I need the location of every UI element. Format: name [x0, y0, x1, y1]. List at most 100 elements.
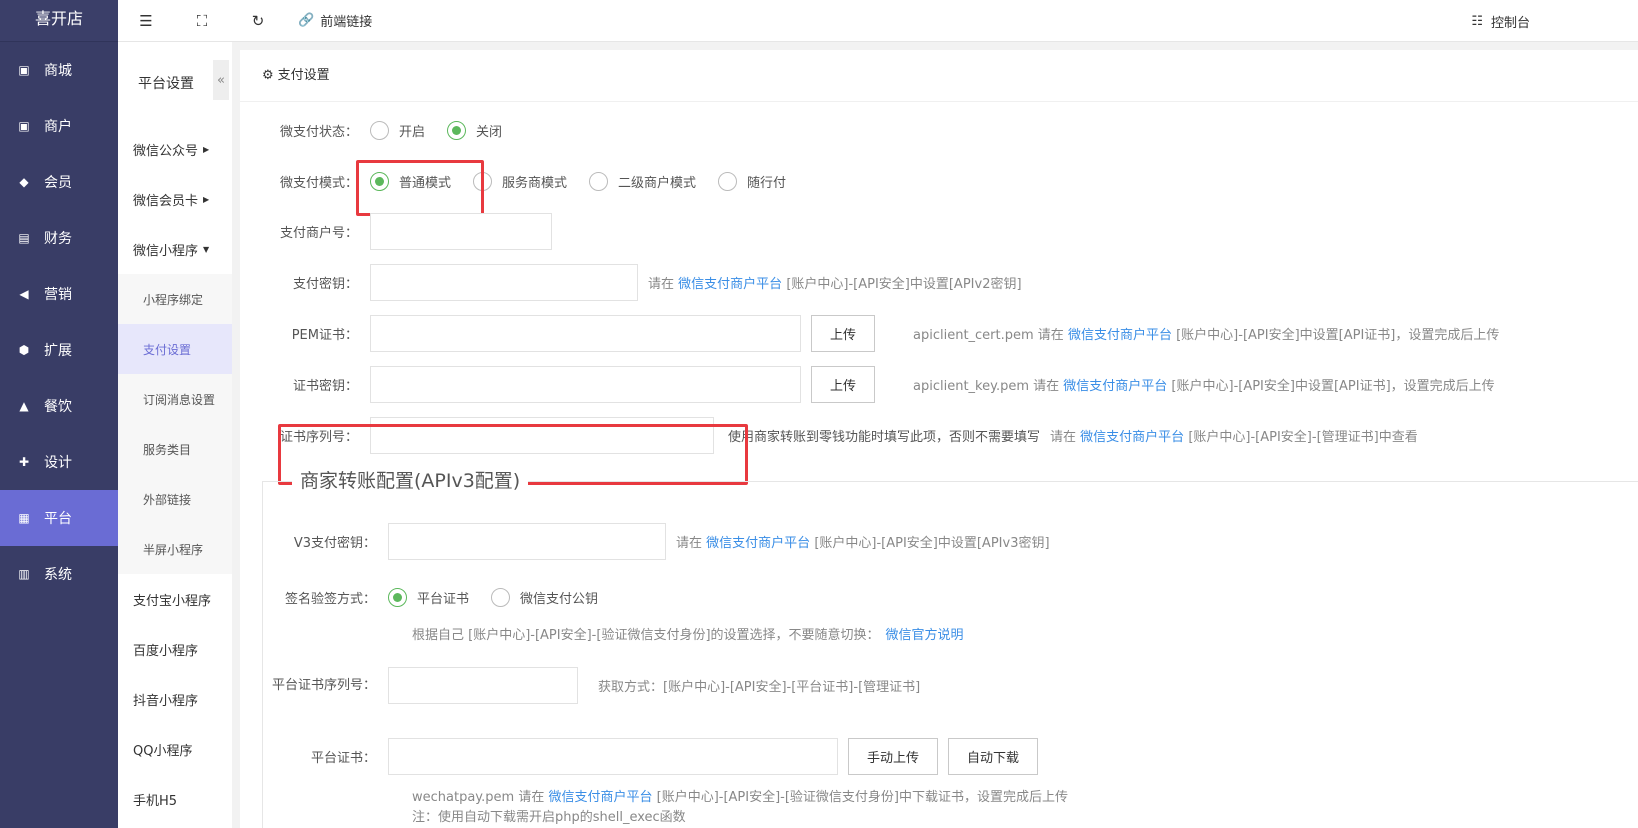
subnav-item-douyin[interactable]: 抖音小程序 [118, 674, 232, 724]
collapse-icon[interactable]: « [213, 60, 229, 100]
hint-text: [账户中心]-[API安全]-[管理证书]中查看 [1188, 430, 1418, 445]
plat-cert-row: 平台证书： 手动上传 自动下载 [258, 738, 1039, 775]
member-icon: ◆ [19, 175, 29, 189]
hint-text: apiclient_key.pem 请在 [913, 379, 1060, 394]
nav-label: 财务 [44, 231, 72, 247]
mode-suixingfu-radio[interactable]: 随行付 [718, 171, 787, 191]
fullscreen-icon[interactable]: ⛶ [174, 0, 230, 42]
subnav-item-qq[interactable]: QQ小程序 [118, 724, 232, 774]
key-label: 证书密钥： [292, 379, 358, 394]
panel-title-text: 支付设置 [277, 68, 330, 83]
subnav-item-h5[interactable]: 手机H5 [118, 774, 232, 824]
pem-input[interactable] [370, 315, 801, 352]
sign-public-key-radio[interactable]: 微信支付公钥 [491, 587, 598, 607]
radio-circle [370, 120, 389, 140]
subnav-child-payment[interactable]: 支付设置 [118, 324, 232, 374]
mode-sub-merchant-radio[interactable]: 二级商户模式 [589, 171, 696, 191]
nav-item-finance[interactable]: ▤ 财务 [0, 210, 118, 266]
subnav-item-wechat-miniprogram[interactable]: 微信小程序 ▼ [118, 224, 232, 274]
sign-mode-label: 签名验签方式： [284, 591, 376, 607]
subnav-child-halfscreen[interactable]: 半屏小程序 [118, 524, 232, 574]
radio-circle [447, 120, 467, 140]
nav-label: 设计 [44, 455, 72, 471]
plat-cert-input[interactable] [388, 738, 838, 775]
plat-cert-label: 平台证书： [310, 751, 376, 766]
nav-item-dining[interactable]: ▲ 餐饮 [0, 378, 118, 434]
hint-text: 请在 [648, 277, 675, 292]
sign-hint: 根据自己 [账户中心]-[API安全]-[验证微信支付身份]的设置选择，不要随意… [412, 627, 880, 643]
nav-item-extend[interactable]: ⬢ 扩展 [0, 322, 118, 378]
platform-link[interactable]: 微信支付商户平台 [548, 790, 652, 805]
radio-label: 普通模式 [399, 175, 452, 191]
mode-service-radio[interactable]: 服务商模式 [473, 171, 568, 191]
caret-down-icon: ▼ [203, 244, 210, 254]
key-upload-button[interactable]: 上传 [811, 366, 875, 403]
pem-upload-button[interactable]: 上传 [811, 315, 875, 352]
subnav-item-wechat-card[interactable]: 微信会员卡 ▶ [118, 174, 232, 224]
subnav-item-alipay[interactable]: 支付宝小程序 [118, 574, 232, 624]
key-input[interactable] [370, 366, 801, 403]
subnav-child-subscribe[interactable]: 订阅消息设置 [118, 374, 232, 424]
radio-circle [370, 171, 389, 191]
platform-link[interactable]: 微信支付商户平台 [1063, 379, 1167, 394]
auto-download-button[interactable]: 自动下载 [948, 738, 1039, 775]
official-doc-link[interactable]: 微信官方说明 [886, 624, 964, 643]
pem-label: PEM证书： [291, 328, 358, 343]
v3-key-input[interactable] [388, 523, 666, 560]
platform-link[interactable]: 微信支付商户平台 [678, 277, 782, 292]
dining-icon: ▲ [19, 399, 29, 413]
frontend-link[interactable]: 🔗 前端链接 [298, 11, 372, 30]
refresh-icon[interactable]: ↻ [230, 0, 286, 42]
nav-item-merchant[interactable]: ▣ 商户 [0, 98, 118, 154]
status-on-radio[interactable]: 开启 [370, 120, 425, 140]
subnav-item-baidu[interactable]: 百度小程序 [118, 624, 232, 674]
mode-normal-radio[interactable]: 普通模式 [370, 171, 452, 191]
plat-serial-input[interactable] [388, 667, 578, 704]
subnav-child-external-link[interactable]: 外部链接 [118, 474, 232, 524]
subnav-item-wechat-official[interactable]: 微信公众号 ▶ [118, 124, 232, 174]
secret-row: 支付密钥： 请在 微信支付商户平台 [账户中心]-[API安全]中设置[APIv… [240, 264, 1022, 301]
subnav-title: 平台设置 « [118, 42, 232, 124]
merchant-icon: ▣ [18, 119, 30, 133]
menu-toggle-icon[interactable]: ☰ [118, 0, 174, 42]
plat-serial-hint: 获取方式：[账户中心]-[API安全]-[平台证书]-[管理证书] [598, 680, 921, 695]
serial-input[interactable] [370, 417, 714, 454]
panel-title: ⚙ 支付设置 [240, 50, 1638, 102]
top-bar: ☰ ⛶ ↻ 🔗 前端链接 ☷ 控制台 [118, 0, 1638, 42]
mode-label: 微支付模式： [279, 175, 358, 191]
manual-upload-button[interactable]: 手动上传 [848, 738, 939, 775]
brand-logo[interactable]: 喜开店 [0, 0, 118, 42]
nav-item-marketing[interactable]: ◀ 营销 [0, 266, 118, 322]
radio-circle [473, 171, 493, 191]
platform-link[interactable]: 微信支付商户平台 [1068, 328, 1172, 343]
monitor-icon: ▥ [18, 567, 30, 581]
nav-item-design[interactable]: ✚ 设计 [0, 434, 118, 490]
radio-label: 随行付 [747, 175, 787, 191]
nav-item-platform[interactable]: ▦ 平台 [0, 490, 118, 546]
nav-item-shop[interactable]: ▣ 商城 [0, 42, 118, 98]
serial-hint-2: 请在 微信支付商户平台 [账户中心]-[API安全]-[管理证书]中查看 [1050, 426, 1418, 445]
v3-key-label: V3支付密钥： [293, 536, 376, 551]
plat-cert-note: 注：使用自动下载需开启php的shell_exec函数 [412, 809, 686, 825]
plat-cert-note-row: 注：使用自动下载需开启php的shell_exec函数 [412, 806, 686, 825]
console-link[interactable]: ☷ 控制台 [1471, 0, 1530, 42]
sign-platform-cert-radio[interactable]: 平台证书 [388, 587, 469, 607]
merchant-no-row: 支付商户号： [240, 213, 552, 250]
serial-label: 证书序列号： [279, 430, 358, 445]
platform-link[interactable]: 微信支付商户平台 [1080, 430, 1184, 445]
platform-link[interactable]: 微信支付商户平台 [706, 536, 810, 551]
radio-label: 服务商模式 [502, 175, 568, 191]
plat-cert-hint-row: wechatpay.pem 请在 微信支付商户平台 [账户中心]-[API安全]… [412, 786, 1068, 805]
subnav-child-category[interactable]: 服务类目 [118, 424, 232, 474]
status-off-radio[interactable]: 关闭 [447, 120, 502, 140]
merchant-no-input[interactable] [370, 213, 552, 250]
status-row: 微支付状态： 开启 关闭 [240, 118, 524, 142]
subnav-child-binding[interactable]: 小程序绑定 [118, 274, 232, 324]
plat-serial-row: 平台证书序列号： 获取方式：[账户中心]-[API安全]-[平台证书]-[管理证… [258, 667, 920, 704]
nav-item-member[interactable]: ◆ 会员 [0, 154, 118, 210]
nav-label: 平台 [44, 511, 72, 527]
secret-label: 支付密钥： [292, 277, 358, 292]
secret-input[interactable] [370, 264, 638, 301]
caret-right-icon: ▶ [203, 144, 210, 154]
nav-item-system[interactable]: ▥ 系统 [0, 546, 118, 602]
